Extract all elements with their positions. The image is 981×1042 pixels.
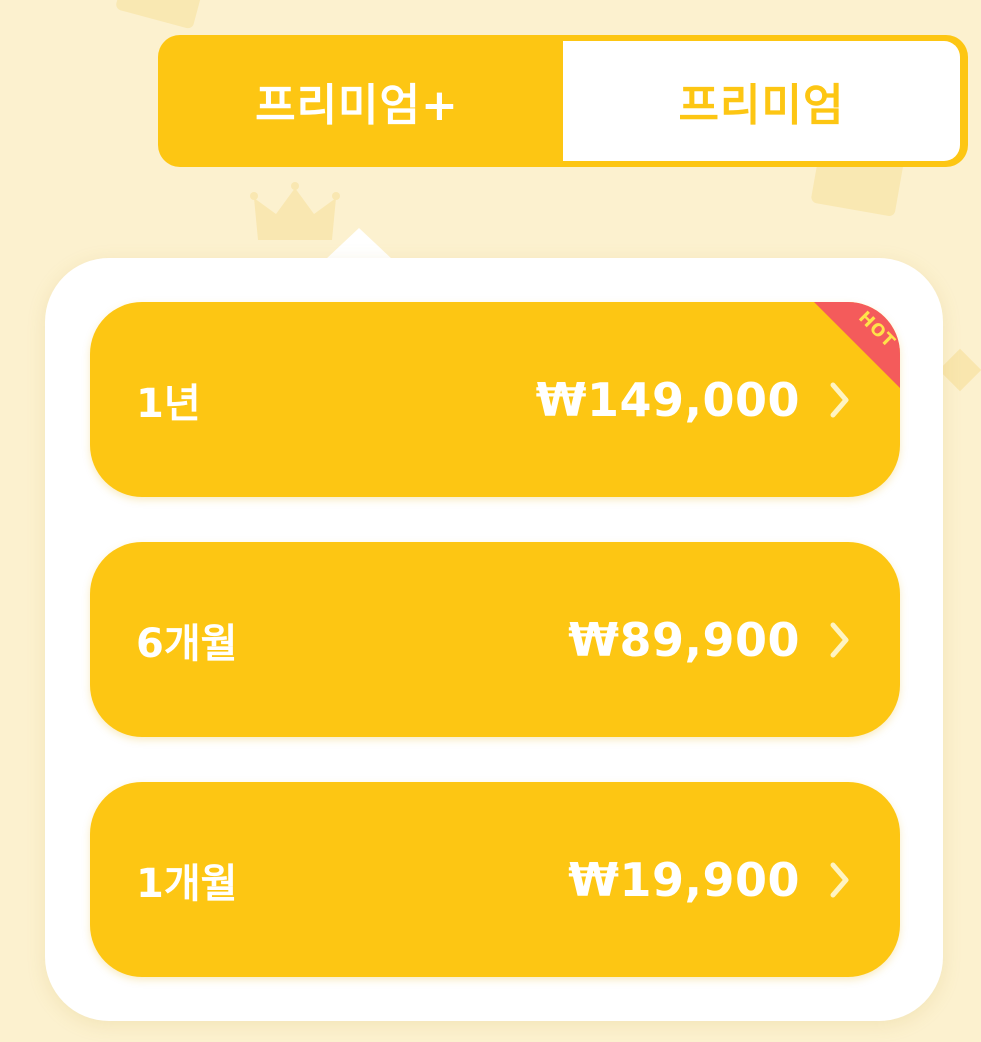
chevron-right-icon [824, 860, 856, 900]
tab-label: 프리미엄+ [255, 80, 459, 131]
plan-tab-switch: 프리미엄+ 프리미엄 [158, 35, 968, 167]
sparkle-decoration-icon [938, 348, 981, 392]
popover-arrow [325, 228, 393, 260]
plan-duration-label: 1년 [136, 380, 201, 427]
plan-option-6-months[interactable]: 6개월 ₩89,900 [90, 542, 900, 737]
plan-option-1-month[interactable]: 1개월 ₩19,900 [90, 782, 900, 977]
plan-option-1-year[interactable]: 1년 ₩149,000 HOT [90, 302, 900, 497]
tab-label: 프리미엄 [678, 80, 845, 131]
plan-duration-label: 6개월 [136, 620, 238, 667]
plan-duration-label: 1개월 [136, 860, 238, 907]
crown-decoration-icon [114, 0, 206, 30]
chevron-right-icon [824, 620, 856, 660]
plan-price: ₩89,900 [568, 612, 800, 667]
plan-price: ₩149,000 [535, 372, 800, 427]
tab-premium[interactable]: 프리미엄 [563, 41, 960, 161]
plan-price: ₩19,900 [568, 852, 800, 907]
tab-premium-plus[interactable]: 프리미엄+ [158, 35, 556, 167]
plan-list-card: 1년 ₩149,000 HOT 6개월 ₩89,900 1개월 ₩19,900 [45, 258, 943, 1021]
